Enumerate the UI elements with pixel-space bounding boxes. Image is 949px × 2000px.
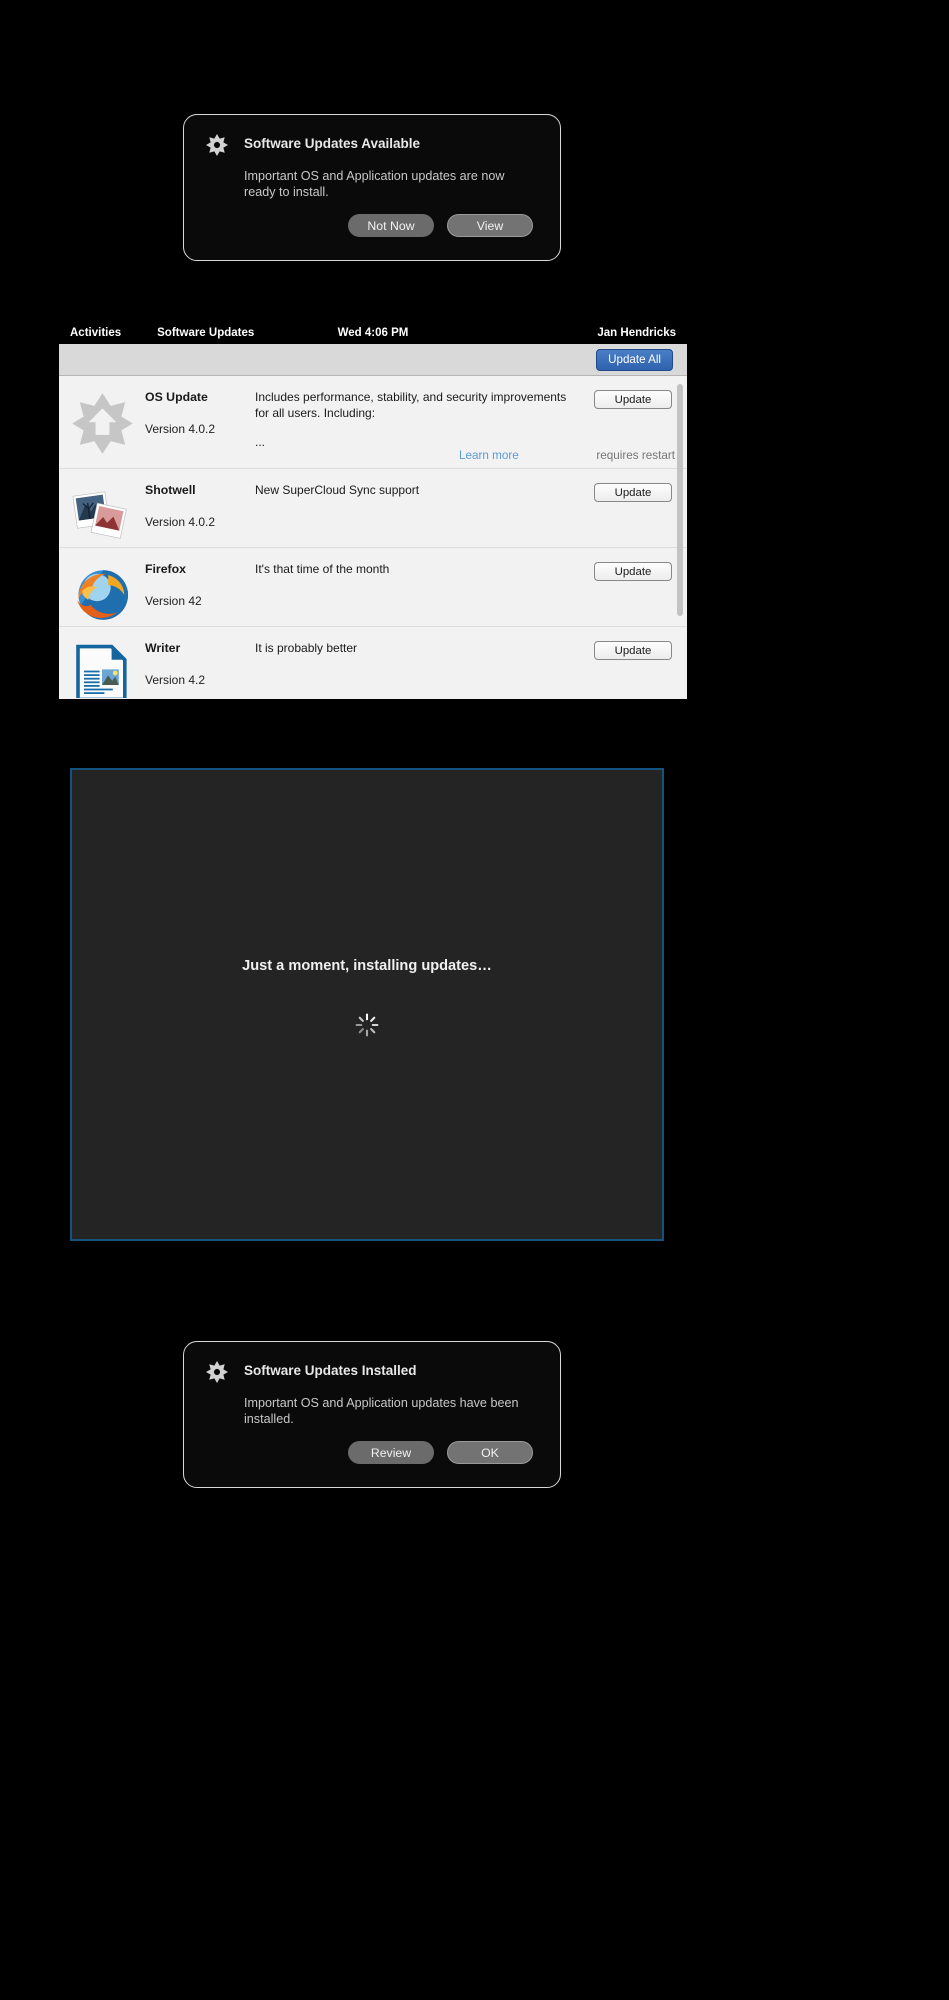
update-description-ellipsis: ... (255, 435, 266, 449)
row-actions: Update (579, 562, 687, 581)
update-version: Version 4.2 (145, 673, 206, 687)
update-description-block: Includes performance, stability, and sec… (255, 390, 579, 451)
starburst-update-icon (206, 1361, 228, 1383)
update-name: Shotwell (145, 483, 196, 497)
loading-spinner-icon (354, 1012, 380, 1038)
row-meta: OS Update Version 4.0.2 (145, 390, 255, 436)
notification-header: Software Updates Available (184, 115, 560, 156)
update-description: Includes performance, stability, and sec… (255, 390, 567, 420)
notification-actions: Not Now View (348, 214, 533, 237)
notification-body: Important OS and Application updates hav… (244, 1396, 519, 1426)
user-menu[interactable]: Jan Hendricks (597, 327, 676, 339)
os-update-starburst-icon (59, 390, 145, 455)
update-all-button[interactable]: Update All (596, 348, 673, 371)
vertical-scrollbar[interactable] (677, 384, 683, 616)
update-button[interactable]: Update (594, 641, 672, 660)
writer-document-icon (59, 641, 145, 698)
update-name: Writer (145, 641, 181, 655)
view-button[interactable]: View (447, 214, 533, 237)
row-meta: Shotwell Version 4.0.2 (145, 483, 255, 529)
notification-actions: Review OK (348, 1441, 533, 1464)
update-name: OS Update (145, 390, 208, 404)
update-version: Version 4.0.2 (145, 515, 216, 529)
update-description-block: New SuperCloud Sync support (255, 483, 579, 499)
update-description: It is probably better (255, 641, 358, 655)
update-button[interactable]: Update (594, 390, 672, 409)
row-meta: Writer Version 4.2 (145, 641, 255, 687)
notification-header: Software Updates Installed (184, 1342, 560, 1383)
firefox-icon (59, 562, 145, 626)
learn-more-link[interactable]: Learn more (459, 449, 519, 462)
update-description-block: It's that time of the month (255, 562, 579, 578)
update-name: Firefox (145, 562, 186, 576)
notification-title: Software Updates Installed (244, 1363, 417, 1378)
installing-updates-panel: Just a moment, installing updates… (70, 768, 664, 1241)
activities-button[interactable]: Activities (70, 327, 121, 339)
notification-title: Software Updates Available (244, 136, 421, 151)
software-updates-installed-notification: Software Updates Installed Important OS … (183, 1341, 561, 1488)
installing-message: Just a moment, installing updates… (242, 957, 492, 974)
window-toolbar: Update All (59, 344, 687, 376)
table-row[interactable]: Writer Version 4.2 It is probably better… (59, 627, 687, 698)
clock[interactable]: Wed 4:06 PM (338, 327, 409, 339)
scrollbar-thumb[interactable] (677, 384, 683, 616)
row-actions: Update (579, 390, 687, 409)
row-meta: Firefox Version 42 (145, 562, 255, 608)
notification-body: Important OS and Application updates are… (244, 169, 505, 199)
row-actions: Update (579, 641, 687, 660)
requires-restart-note: requires restart (596, 449, 675, 462)
software-updates-window: Activities Software Updates Wed 4:06 PM … (59, 321, 687, 699)
update-version: Version 42 (145, 594, 202, 608)
update-button[interactable]: Update (594, 562, 672, 581)
update-description: New SuperCloud Sync support (255, 483, 420, 497)
app-menu-title[interactable]: Software Updates (157, 327, 254, 339)
software-updates-available-notification: Software Updates Available Important OS … (183, 114, 561, 261)
update-button[interactable]: Update (594, 483, 672, 502)
system-top-bar: Activities Software Updates Wed 4:06 PM … (59, 321, 687, 344)
update-version: Version 4.0.2 (145, 422, 216, 436)
not-now-button[interactable]: Not Now (348, 214, 434, 237)
starburst-update-icon (206, 134, 228, 156)
review-button[interactable]: Review (348, 1441, 434, 1464)
ok-button[interactable]: OK (447, 1441, 533, 1464)
table-row[interactable]: Firefox Version 42 It's that time of the… (59, 548, 687, 627)
update-description: It's that time of the month (255, 562, 390, 576)
table-row[interactable]: Shotwell Version 4.0.2 New SuperCloud Sy… (59, 469, 687, 548)
updates-list: OS Update Version 4.0.2 Includes perform… (59, 376, 687, 698)
row-actions: Update (579, 483, 687, 502)
shotwell-photos-icon (59, 483, 145, 547)
table-row[interactable]: OS Update Version 4.0.2 Includes perform… (59, 376, 687, 469)
update-description-block: It is probably better (255, 641, 579, 657)
